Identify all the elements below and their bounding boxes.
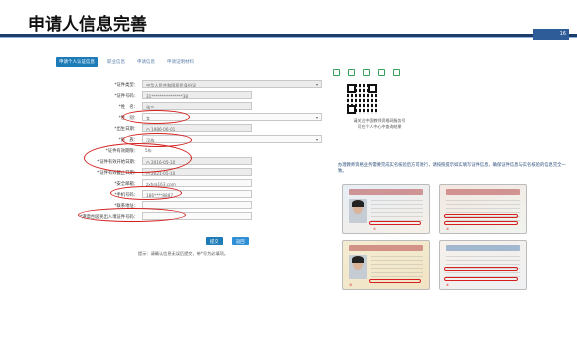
- title-rule-accent: [0, 37, 577, 38]
- slide-title: 申请人信息完善: [28, 15, 147, 35]
- id-card-front-sample: ①: [342, 184, 430, 234]
- id-card-back-sample: ②: [439, 184, 527, 234]
- submit-button[interactable]: 提交: [206, 237, 223, 245]
- back-button[interactable]: 返回: [232, 237, 249, 245]
- id-type-select[interactable]: 中华人民共和国居民身份证 ▾: [142, 80, 322, 88]
- form-row-ethnicity: *民 族： 汉族 ▾: [70, 135, 330, 144]
- form-row-id-type: *证件类型： 中华人民共和国居民身份证 ▾: [70, 80, 330, 89]
- save-icon[interactable]: [333, 69, 340, 76]
- tab-personal-auth[interactable]: 申请个人认证信息: [56, 57, 98, 67]
- address-field[interactable]: [142, 201, 252, 209]
- qr-caption: 请关注中国教师资格网服务号 可在个人中心中查询结果: [353, 118, 406, 129]
- form-hint: 提示：请确认信息无误后提交，带*号为必填项。: [138, 251, 229, 256]
- field-label: *出生日期：: [114, 127, 138, 132]
- tab-bar: 申请个人认证信息 职业信息 申请信息 申请证明材料: [56, 57, 197, 67]
- tab-occupation[interactable]: 职业信息: [104, 57, 128, 67]
- highlight-oval-phone: [110, 186, 182, 200]
- birthdate-field[interactable]: ◷ 1986-06-01: [142, 124, 252, 132]
- highlight-oval-validity: [84, 143, 192, 173]
- field-label: *姓 名：: [118, 105, 138, 110]
- residence-permit-sample: ③: [342, 240, 430, 290]
- form-row-name: *姓 名： 张三: [70, 102, 330, 111]
- id-number-field[interactable]: 31***************38: [142, 91, 252, 99]
- field-label: *证件类型：: [114, 83, 138, 88]
- form-row-email: *安全邮箱： zxh@163.com: [70, 179, 330, 188]
- chevron-down-icon: ▾: [315, 137, 318, 142]
- field-label: *证件号码：: [114, 94, 138, 99]
- qr-code-icon: [347, 84, 377, 114]
- form-row-birthdate: *出生日期： ◷ 1986-06-01: [70, 124, 330, 133]
- verification-notice: 办理教师资格业务需要完成实名核验后方可进行，请按照提示如实填写证件信息，确保证件…: [338, 163, 566, 174]
- tab-materials[interactable]: 申请证明材料: [164, 57, 197, 67]
- toolbar: [333, 69, 400, 76]
- form-row-phone: *手机号码： 186****8887: [70, 190, 330, 199]
- chevron-down-icon: ▾: [315, 115, 318, 120]
- settings-icon[interactable]: [393, 69, 400, 76]
- form-row-id-number: *证件号码： 31***************38: [70, 91, 330, 100]
- form-row-gender: *性 别： 女 ▾: [70, 113, 330, 122]
- grid-icon[interactable]: [378, 69, 385, 76]
- page-number: 16: [533, 29, 569, 40]
- image-icon[interactable]: [363, 69, 370, 76]
- highlight-oval-permit: [78, 208, 186, 222]
- copy-icon[interactable]: [348, 69, 355, 76]
- highlight-oval-gender: [122, 110, 190, 124]
- travel-permit-sample: ④: [439, 240, 527, 290]
- name-field[interactable]: 张三: [142, 102, 252, 110]
- chevron-down-icon: ▾: [315, 82, 318, 87]
- tab-application[interactable]: 申请信息: [134, 57, 158, 67]
